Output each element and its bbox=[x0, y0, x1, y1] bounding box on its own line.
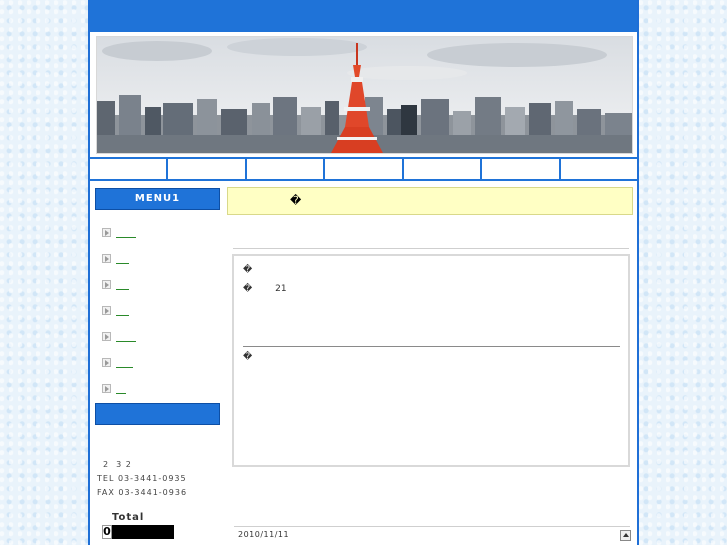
content-box: � � 21 � bbox=[232, 254, 630, 467]
counter-redacted bbox=[112, 525, 174, 539]
play-arrow-icon bbox=[102, 383, 111, 393]
menu-link[interactable] bbox=[116, 359, 133, 368]
post-date: 2010/11/11 bbox=[238, 530, 290, 539]
menu-item[interactable] bbox=[102, 349, 217, 375]
menu1-list bbox=[102, 219, 217, 401]
menu-item[interactable] bbox=[102, 323, 217, 349]
menu-item[interactable] bbox=[102, 271, 217, 297]
nav-bar bbox=[90, 157, 637, 181]
counter-digit: 0 bbox=[102, 525, 112, 539]
menu-item[interactable] bbox=[102, 219, 217, 245]
play-arrow-icon bbox=[102, 305, 111, 315]
address-line: 2 3 2 bbox=[103, 460, 132, 469]
content-line: � bbox=[243, 265, 253, 275]
menu-link[interactable] bbox=[116, 333, 136, 342]
nav-tab-5[interactable] bbox=[404, 159, 483, 179]
play-arrow-icon bbox=[102, 227, 111, 237]
menu-link[interactable] bbox=[116, 229, 136, 238]
play-arrow-icon bbox=[102, 279, 111, 289]
menu-link[interactable] bbox=[116, 255, 129, 264]
fax-line: FAX 03-3441-0936 bbox=[97, 488, 188, 497]
divider bbox=[233, 248, 629, 249]
content-line: � 21 bbox=[243, 284, 287, 294]
menu1-header: MENU1 bbox=[95, 188, 220, 210]
total-label: Total bbox=[112, 512, 145, 523]
contact-info: 2 3 2 TEL 03-3441-0935 FAX 03-3441-0936 bbox=[97, 458, 187, 500]
menu-item[interactable] bbox=[102, 245, 217, 271]
nav-tab-2[interactable] bbox=[168, 159, 247, 179]
tel-line: TEL 03-3441-0935 bbox=[97, 474, 187, 483]
play-arrow-icon bbox=[102, 253, 111, 263]
header-bar bbox=[90, 0, 637, 32]
menu-item[interactable] bbox=[102, 297, 217, 323]
nav-tab-3[interactable] bbox=[247, 159, 326, 179]
notice-text: � bbox=[290, 194, 302, 207]
banner-image bbox=[96, 36, 633, 154]
page-container: MENU1 2 3 2 TEL 03-3441-0935 FAX 03-3441… bbox=[88, 0, 639, 545]
menu-link[interactable] bbox=[116, 385, 126, 394]
nav-tab-1[interactable] bbox=[90, 159, 169, 179]
visit-counter: 0 bbox=[102, 525, 174, 539]
nav-tab-6[interactable] bbox=[482, 159, 561, 179]
menu-link[interactable] bbox=[116, 281, 129, 290]
content-divider bbox=[243, 346, 620, 347]
nav-tab-4[interactable] bbox=[325, 159, 404, 179]
divider bbox=[234, 526, 630, 527]
menu-link[interactable] bbox=[116, 307, 129, 316]
play-arrow-icon bbox=[102, 331, 111, 341]
nav-tab-7[interactable] bbox=[561, 159, 637, 179]
play-arrow-icon bbox=[102, 357, 111, 367]
content-line: � bbox=[243, 352, 253, 362]
menu2-header bbox=[95, 403, 220, 425]
scroll-up-button[interactable] bbox=[620, 530, 631, 541]
notice-banner: � bbox=[227, 187, 633, 215]
menu-item[interactable] bbox=[102, 375, 217, 401]
